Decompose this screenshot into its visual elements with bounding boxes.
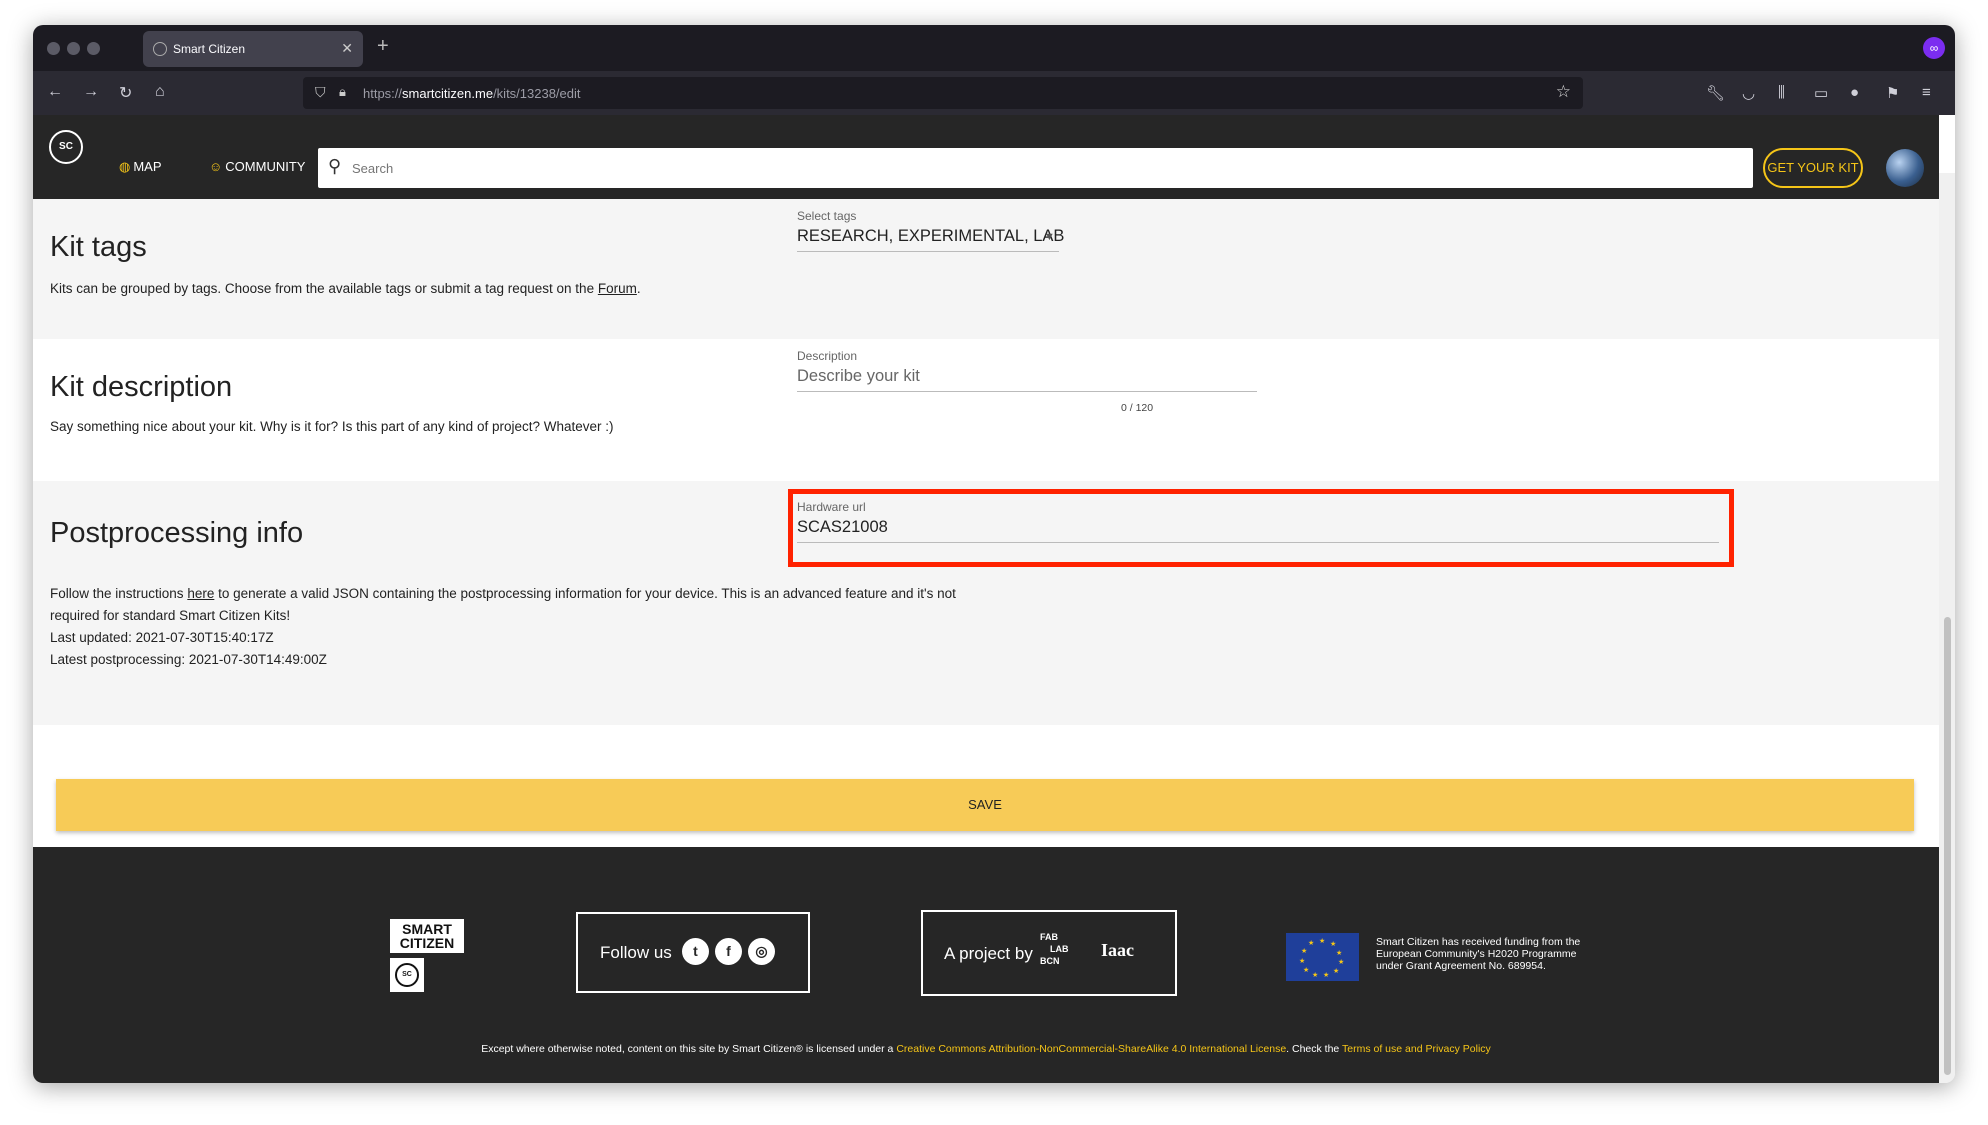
- eu-funding-text: Smart Citizen has received funding from …: [1376, 936, 1581, 972]
- license-text: Except where otherwise noted, content on…: [481, 1043, 1491, 1055]
- kit-tags-title: Kit tags: [50, 231, 147, 263]
- here-link[interactable]: here: [187, 586, 214, 601]
- follow-us-label: Follow us: [600, 943, 672, 962]
- fablab-bcn-logo[interactable]: FAB LAB BCN: [1038, 932, 1084, 966]
- latest-postprocessing: Latest postprocessing: 2021-07-30T14:49:…: [50, 652, 327, 667]
- select-tags-dropdown[interactable]: RESEARCH, EXPERIMENTAL, LAB: [797, 227, 1064, 246]
- wrench-icon[interactable]: 🔧︎: [1706, 84, 1725, 102]
- description-input[interactable]: Describe your kit: [797, 367, 920, 386]
- browser-window: Smart Citizen ✕ + ∞ ← → ↻ ⌂ ⛉ 🔒︎ https:/…: [33, 25, 1955, 1083]
- iaac-logo[interactable]: Iaac: [1101, 940, 1134, 961]
- kit-edit-form: Kit tags Kits can be grouped by tags. Ch…: [33, 173, 1939, 847]
- extension-icon[interactable]: ●: [1850, 84, 1859, 101]
- kit-description-text: Say something nice about your kit. Why i…: [50, 419, 614, 434]
- reload-icon[interactable]: ↻: [119, 83, 132, 103]
- home-icon[interactable]: ⌂: [155, 83, 165, 101]
- library-icon[interactable]: ⫼: [1778, 84, 1785, 101]
- save-button[interactable]: SAVE: [56, 779, 1914, 831]
- select-tags-label: Select tags: [797, 209, 857, 223]
- description-underline: [797, 391, 1257, 392]
- flag-icon[interactable]: ⚑: [1886, 84, 1899, 102]
- close-window-button[interactable]: [47, 42, 60, 55]
- smart-citizen-footer-logo[interactable]: SMART CITIZEN: [390, 919, 464, 953]
- eu-flag-icon: ★ ★ ★ ★ ★ ★ ★ ★ ★ ★ ★: [1286, 933, 1359, 981]
- private-browsing-icon[interactable]: ∞: [1923, 37, 1945, 59]
- postprocessing-text: Follow the instructions here to generate…: [50, 586, 956, 623]
- maximize-window-button[interactable]: [87, 42, 100, 55]
- forum-link[interactable]: Forum: [598, 281, 637, 296]
- kit-description-title: Kit description: [50, 371, 233, 403]
- sc-badge-icon: SC: [390, 958, 424, 992]
- postprocessing-title: Postprocessing info: [50, 517, 304, 549]
- dropdown-arrow-icon[interactable]: ▼: [1044, 231, 1055, 243]
- highlight-box: [788, 489, 1734, 567]
- tab-smart-citizen[interactable]: Smart Citizen ✕: [143, 31, 363, 67]
- description-label: Description: [797, 349, 858, 363]
- bookmark-star-icon[interactable]: ☆: [1556, 82, 1571, 102]
- sidebar-icon[interactable]: ▭: [1814, 84, 1828, 102]
- cc-license-link[interactable]: Creative Commons Attribution-NonCommerci…: [896, 1043, 1286, 1055]
- kit-tags-text: Kits can be grouped by tags. Choose from…: [50, 281, 641, 296]
- community-link[interactable]: ☺ COMMUNITY: [209, 159, 305, 174]
- url-text[interactable]: https://smartcitizen.me/kits/13238/edit: [363, 86, 581, 101]
- pocket-icon[interactable]: ◡: [1742, 84, 1755, 102]
- scrollbar-thumb[interactable]: [1944, 617, 1951, 1075]
- new-tab-button[interactable]: +: [377, 35, 389, 58]
- shield-icon[interactable]: ⛉: [315, 84, 326, 101]
- favicon-icon: [153, 42, 167, 56]
- project-by-label: A project by: [944, 944, 1033, 963]
- facebook-icon[interactable]: f: [715, 938, 742, 965]
- terms-link[interactable]: Terms of use and Privacy Policy: [1342, 1043, 1491, 1055]
- address-bar[interactable]: ⛉ 🔒︎ https://smartcitizen.me/kits/13238/…: [303, 77, 1583, 109]
- minimize-window-button[interactable]: [67, 42, 80, 55]
- browser-nav-bar: ← → ↻ ⌂ ⛉ 🔒︎ https://smartcitizen.me/kit…: [33, 71, 1955, 115]
- page-scrollbar[interactable]: [1939, 173, 1955, 1083]
- globe-icon: ◍: [119, 159, 131, 174]
- select-tags-underline: [797, 251, 1059, 252]
- lock-icon[interactable]: 🔒︎: [339, 84, 346, 100]
- follow-us-box: Follow us t f ◎: [576, 912, 810, 993]
- instagram-icon[interactable]: ◎: [748, 938, 775, 965]
- tab-title: Smart Citizen: [173, 42, 246, 56]
- smart-citizen-logo[interactable]: SC: [49, 130, 83, 164]
- project-by-box: A project by FAB LAB BCN Iaac: [921, 910, 1177, 996]
- menu-icon[interactable]: ≡: [1922, 84, 1931, 101]
- forward-arrow-icon[interactable]: →: [83, 83, 99, 101]
- site-footer: SMART CITIZEN SC Follow us t f ◎ A project …: [33, 847, 1939, 1083]
- kit-description-section: Kit description Say something nice about…: [33, 339, 1939, 481]
- kit-tags-section: Kit tags Kits can be grouped by tags. Ch…: [33, 199, 1939, 339]
- last-updated: Last updated: 2021-07-30T15:40:17Z: [50, 630, 274, 645]
- description-counter: 0 / 120: [1121, 402, 1154, 414]
- twitter-icon[interactable]: t: [682, 938, 709, 965]
- back-arrow-icon[interactable]: ←: [47, 83, 63, 101]
- tab-strip: Smart Citizen ✕ + ∞: [33, 25, 1955, 71]
- close-tab-icon[interactable]: ✕: [341, 40, 353, 57]
- community-icon: ☺: [209, 159, 223, 174]
